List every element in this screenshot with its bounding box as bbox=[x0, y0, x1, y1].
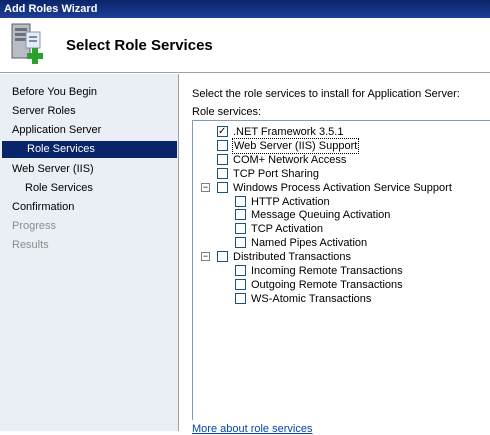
checkbox[interactable] bbox=[217, 140, 228, 151]
tree-row[interactable]: Named Pipes Activation bbox=[193, 236, 489, 250]
tree-item-label: WS-Atomic Transactions bbox=[251, 293, 372, 305]
wizard-header: Select Role Services bbox=[0, 18, 490, 72]
window-title: Add Roles Wizard bbox=[4, 3, 98, 15]
tree-row[interactable]: HTTP Activation bbox=[193, 195, 489, 209]
nav-item-web-server-iis[interactable]: Web Server (IIS) bbox=[0, 161, 178, 178]
collapse-icon[interactable]: − bbox=[201, 252, 210, 261]
description-text: Select the role services to install for … bbox=[192, 88, 460, 100]
checkbox[interactable] bbox=[217, 251, 228, 262]
tree-item-label: Distributed Transactions bbox=[233, 251, 351, 263]
wizard-nav: Before You Begin Server Roles Application … bbox=[0, 74, 178, 431]
checkbox[interactable] bbox=[217, 154, 228, 165]
nav-item-confirmation[interactable]: Confirmation bbox=[0, 199, 178, 216]
tree-row[interactable]: COM+ Network Access bbox=[193, 153, 489, 167]
collapse-icon[interactable]: − bbox=[201, 183, 210, 192]
checkbox[interactable] bbox=[235, 237, 246, 248]
tree-row[interactable]: Outgoing Remote Transactions bbox=[193, 278, 489, 292]
tree-row[interactable]: Incoming Remote Transactions bbox=[193, 264, 489, 278]
page-title: Select Role Services bbox=[66, 37, 213, 54]
checkbox[interactable] bbox=[235, 279, 246, 290]
server-add-icon bbox=[11, 23, 43, 64]
checkbox[interactable] bbox=[217, 168, 228, 179]
checkbox[interactable] bbox=[217, 125, 228, 139]
nav-item-progress[interactable]: Progress bbox=[0, 218, 178, 235]
more-about-role-services-link[interactable]: More about role services bbox=[192, 423, 312, 435]
nav-item-role-services[interactable]: Role Services bbox=[2, 141, 177, 158]
tree-item-label: Windows Process Activation Service Suppo… bbox=[233, 182, 452, 194]
nav-item-role-services[interactable]: Role Services bbox=[0, 180, 178, 197]
tree-row[interactable]: − Windows Process Activation Service Supp… bbox=[193, 181, 489, 195]
tree-item-label: Message Queuing Activation bbox=[251, 209, 391, 221]
wizard-content: Select the role services to install for … bbox=[180, 74, 490, 435]
checkbox[interactable] bbox=[235, 209, 246, 220]
nav-item-application-server[interactable]: Application Server bbox=[0, 122, 178, 139]
tree-item-label: TCP Port Sharing bbox=[233, 168, 320, 180]
tree-row[interactable]: WS-Atomic Transactions bbox=[193, 292, 489, 306]
tree-row[interactable]: .NET Framework 3.5.1 bbox=[193, 125, 489, 139]
tree-item-label: Outgoing Remote Transactions bbox=[251, 279, 403, 291]
role-services-tree[interactable]: .NET Framework 3.5.1Web Server (IIS) Sup… bbox=[192, 120, 490, 420]
window-title-bar: Add Roles Wizard bbox=[0, 0, 490, 18]
checkbox[interactable] bbox=[235, 265, 246, 276]
nav-item-before-you-begin[interactable]: Before You Begin bbox=[0, 84, 178, 101]
checkbox[interactable] bbox=[217, 182, 228, 193]
tree-row[interactable]: Web Server (IIS) Support bbox=[193, 138, 489, 154]
tree-row[interactable]: TCP Port Sharing bbox=[193, 167, 489, 181]
checkbox[interactable] bbox=[235, 196, 246, 207]
nav-item-server-roles[interactable]: Server Roles bbox=[0, 103, 178, 120]
checkbox[interactable] bbox=[235, 223, 246, 234]
tree-item-label: Web Server (IIS) Support bbox=[231, 138, 360, 154]
tree-row[interactable]: TCP Activation bbox=[193, 222, 489, 236]
checkbox[interactable] bbox=[235, 293, 246, 304]
tree-item-label: COM+ Network Access bbox=[233, 154, 347, 166]
tree-row[interactable]: Message Queuing Activation bbox=[193, 208, 489, 222]
tree-row[interactable]: − Distributed Transactions bbox=[193, 250, 489, 264]
tree-item-label: .NET Framework 3.5.1 bbox=[233, 126, 344, 138]
tree-item-label: Incoming Remote Transactions bbox=[251, 265, 403, 277]
tree-item-label: TCP Activation bbox=[251, 223, 323, 235]
nav-item-results[interactable]: Results bbox=[0, 237, 178, 254]
role-services-label: Role services: bbox=[192, 106, 262, 118]
tree-item-label: Named Pipes Activation bbox=[251, 237, 368, 249]
nav-divider bbox=[178, 74, 179, 431]
tree-item-label: HTTP Activation bbox=[251, 196, 330, 208]
